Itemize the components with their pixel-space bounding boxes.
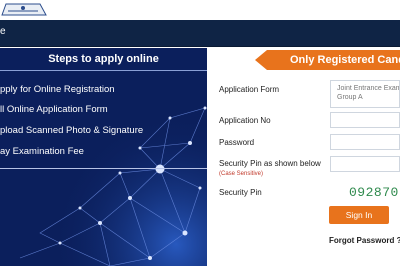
steps-title: Steps to apply online <box>0 48 207 71</box>
application-form-label: Application Form <box>219 85 280 94</box>
login-panel: Only Registered Candi Application Form J… <box>207 48 400 266</box>
sign-in-button[interactable]: Sign In <box>329 206 389 224</box>
application-form-select[interactable]: Joint Entrance Exam Group A <box>330 80 400 108</box>
password-label: Password <box>219 138 255 147</box>
nav-item[interactable]: e <box>0 26 6 37</box>
case-sensitive-note: (Case Sensitive) <box>219 171 264 177</box>
header-notch <box>255 50 267 70</box>
registered-candidates-header: Only Registered Candi <box>255 50 400 70</box>
step-item-fee: ay Examination Fee <box>0 146 84 157</box>
step-item-application-form: ll Online Application Form <box>0 104 108 115</box>
security-pin-input[interactable] <box>330 156 400 172</box>
steps-panel: Steps to apply online pply for Online Re… <box>0 48 207 266</box>
security-pin-shown-label: Security Pin as shown below <box>219 159 321 168</box>
steps-divider <box>0 168 207 169</box>
header-text: Only Registered Candi <box>290 54 400 66</box>
application-form-value-line1: Joint Entrance Exam <box>337 85 400 92</box>
site-logo <box>0 0 47 17</box>
password-input[interactable] <box>330 134 400 150</box>
security-pin-value: 092870 <box>349 185 399 200</box>
main-navbar: e <box>0 20 400 47</box>
application-no-input[interactable] <box>330 112 400 128</box>
application-form-value-line2: Group A <box>337 94 363 101</box>
step-item-upload: pload Scanned Photo & Signature <box>0 125 144 136</box>
application-no-label: Application No <box>219 116 271 125</box>
forgot-password-link[interactable]: Forgot Password ? <box>329 236 400 245</box>
network-background-graphic <box>0 48 207 266</box>
step-item-registration: pply for Online Registration <box>0 84 115 95</box>
security-pin-label: Security Pin <box>219 188 262 197</box>
top-header <box>0 0 400 20</box>
